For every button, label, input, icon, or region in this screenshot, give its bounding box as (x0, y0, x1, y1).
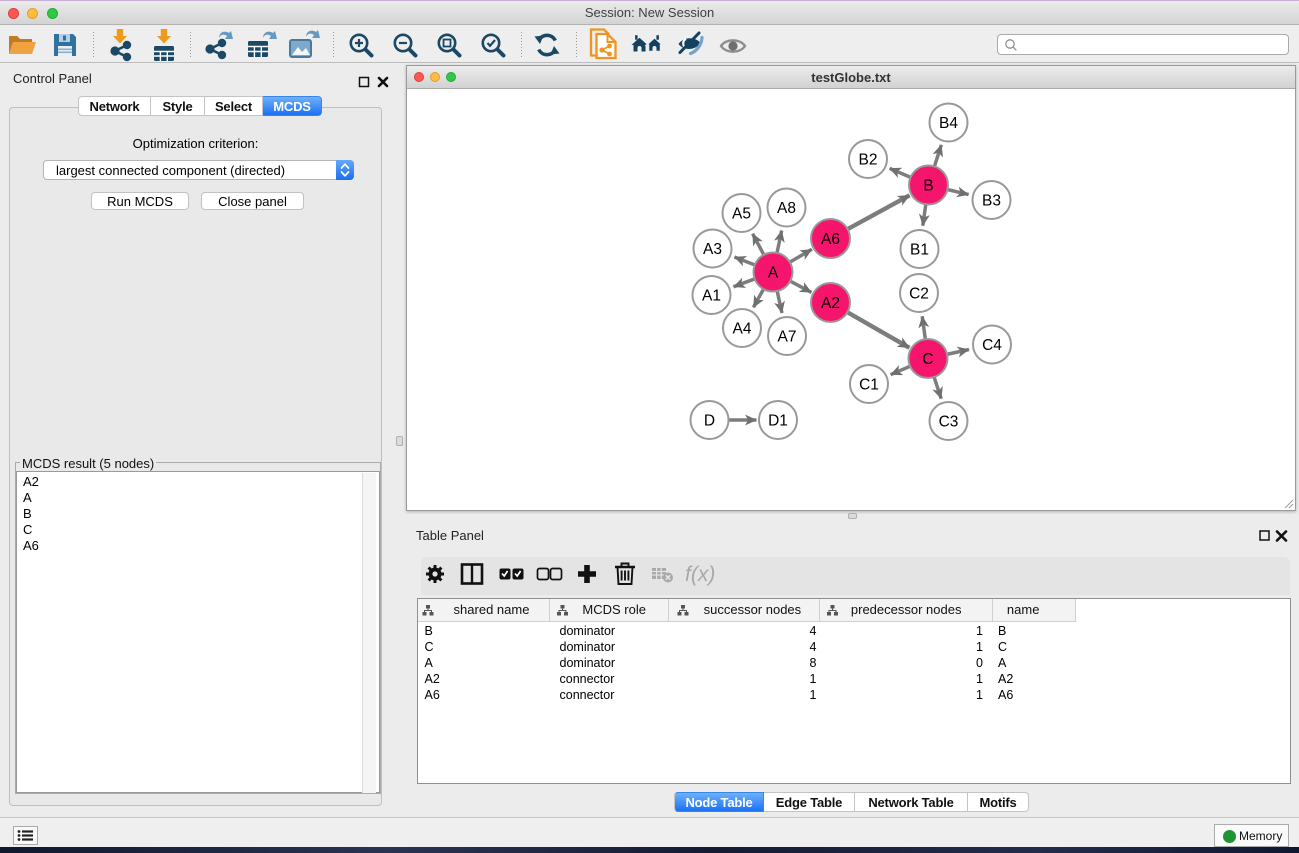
svg-text:A1: A1 (702, 288, 721, 305)
svg-text:B4: B4 (939, 115, 958, 132)
svg-text:C: C (922, 351, 933, 368)
svg-text:B3: B3 (982, 193, 1001, 210)
svg-text:C4: C4 (982, 337, 1002, 354)
svg-text:A6: A6 (821, 231, 840, 248)
svg-text:A8: A8 (777, 200, 796, 217)
svg-text:B2: B2 (859, 152, 878, 169)
svg-text:C2: C2 (909, 286, 929, 303)
svg-text:A3: A3 (703, 241, 722, 258)
svg-text:A5: A5 (732, 206, 751, 223)
svg-text:A4: A4 (733, 321, 752, 338)
svg-text:D1: D1 (768, 413, 788, 430)
svg-text:A2: A2 (821, 295, 840, 312)
svg-text:B: B (923, 178, 933, 195)
svg-text:B1: B1 (910, 242, 929, 259)
svg-text:D: D (704, 413, 715, 430)
svg-text:C3: C3 (939, 414, 959, 431)
svg-text:A: A (768, 265, 779, 282)
svg-text:A7: A7 (778, 329, 797, 346)
svg-text:f(x): f(x) (685, 563, 715, 586)
svg-text:C1: C1 (859, 377, 879, 394)
